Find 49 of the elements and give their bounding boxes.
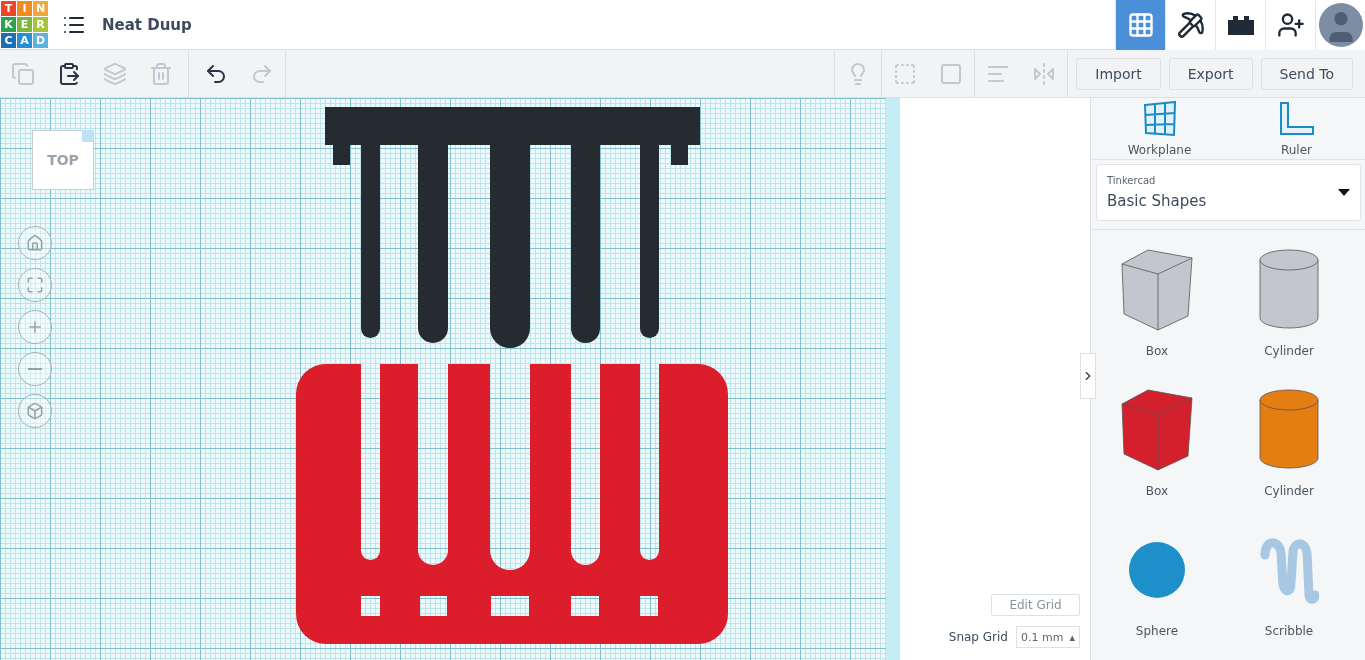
workplane-button[interactable]: Workplane [1091,98,1228,159]
library-dropdown[interactable]: Tinkercad Basic Shapes [1096,164,1361,221]
shape-item[interactable]: Cylinder [1223,240,1355,380]
ruler-button[interactable]: Ruler [1228,98,1365,159]
logo-letter: C [1,33,16,48]
home-icon [26,234,44,252]
logo-letter: I [17,1,32,16]
grid-icon [1126,10,1155,39]
bricks-button[interactable] [1215,0,1265,50]
perspective-icon [26,402,44,420]
logo-letter: A [17,33,32,48]
base-part-drawing[interactable] [296,364,728,644]
collapse-panel-button[interactable] [1080,353,1096,399]
add-user-icon [1276,10,1305,39]
shape-item[interactable]: Box [1091,240,1223,380]
fit-icon [26,276,44,294]
home-button[interactable] [18,226,52,260]
logo-letter: N [33,1,48,16]
logo-letter: R [33,17,48,32]
logo-letter: T [1,1,16,16]
shape-item[interactable]: Cylinder [1223,380,1355,520]
toolbar-button[interactable]: Send To [1260,57,1353,90]
snap-grid-select[interactable]: 0.1 mm ▴ [1016,626,1080,648]
avatar-icon [1318,2,1363,47]
logo[interactable]: T I N K E R C A D [1,1,48,48]
brick-icon [1225,13,1256,36]
blocks-button[interactable] [1165,0,1215,50]
caret-icon [1338,188,1350,197]
comb-part-drawing[interactable] [325,107,700,348]
perspective-button[interactable] [18,394,52,428]
ruler-icon [1278,100,1315,137]
zoom-in-icon [26,318,44,336]
logo-letter: D [33,33,48,48]
shape-item[interactable]: Sphere [1091,520,1223,660]
invite-button[interactable] [1265,0,1315,50]
toolbar-button[interactable]: Export [1168,57,1253,90]
logo-letter: E [17,17,32,32]
logo-letter: K [1,17,16,32]
pickaxe-icon [1176,10,1205,39]
snap-grid-label: Snap Grid [948,630,1008,644]
project-title[interactable]: Neat Duup [102,15,192,34]
toolbar-button[interactable]: Import [1076,57,1161,90]
grid-plane-icon [1142,100,1177,137]
fit-button[interactable] [18,268,52,302]
zoom-in-button[interactable] [18,310,52,344]
shape-item[interactable]: Scribble [1223,520,1355,660]
profile-button[interactable] [1315,0,1365,50]
shape-item[interactable]: Box [1091,380,1223,520]
zoom-out-button[interactable] [18,352,52,386]
